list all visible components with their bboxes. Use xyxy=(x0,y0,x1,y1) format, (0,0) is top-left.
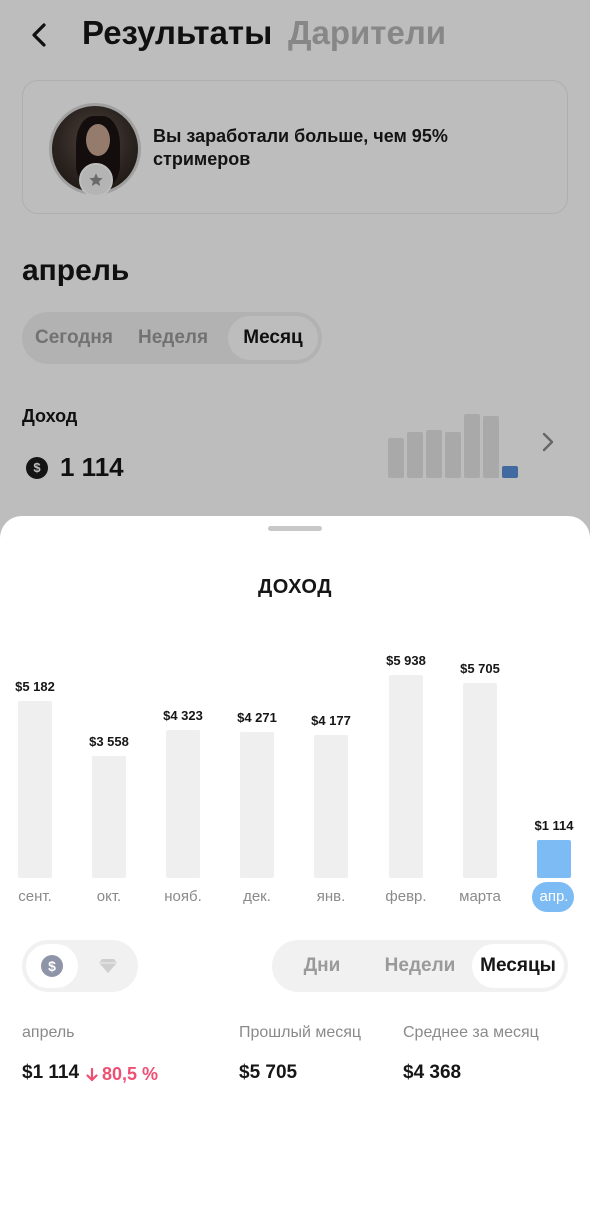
chart-category-label[interactable]: янв. xyxy=(291,888,371,905)
income-change-value: 80,5 % xyxy=(102,1064,159,1084)
dollar-toggle-button[interactable]: $ xyxy=(26,944,78,988)
avg-month-value: $4 368 xyxy=(403,1062,462,1083)
chart-period-tabs: Дни Недели Месяцы xyxy=(272,940,568,992)
chart-value-label: $5 182 xyxy=(15,679,55,694)
income-bar-chart: $5 182 сент. $3 558 окт. $4 323 нояб. $4 271 де… xyxy=(0,516,590,926)
tab-days[interactable]: Дни xyxy=(294,940,350,992)
diamond-icon xyxy=(99,959,117,973)
chart-value-label: $4 323 xyxy=(163,708,203,723)
current-month-value: $1 114 xyxy=(22,1062,80,1083)
chart-value-label: $4 271 xyxy=(237,710,277,725)
chart-value-label: $5 938 xyxy=(386,653,426,668)
chart-value-label: $3 558 xyxy=(89,734,129,749)
chart-category-label[interactable]: февр. xyxy=(366,888,446,905)
chart-category-label[interactable]: марта xyxy=(440,888,520,905)
prev-month-value: $5 705 xyxy=(239,1062,298,1083)
prev-month-label: Прошлый месяц xyxy=(239,1024,362,1041)
chart-category-label[interactable]: нояб. xyxy=(143,888,223,905)
diamond-toggle-button[interactable] xyxy=(82,944,134,988)
chart-bar[interactable] xyxy=(166,730,200,878)
chart-bar[interactable] xyxy=(463,683,497,878)
chart-bar[interactable] xyxy=(537,840,571,878)
svg-text:$: $ xyxy=(48,958,56,974)
chart-bar[interactable] xyxy=(240,732,274,878)
tab-weeks[interactable]: Недели xyxy=(378,940,462,992)
chart-bar[interactable] xyxy=(314,735,348,878)
chart-bar[interactable] xyxy=(18,701,52,878)
chart-bar[interactable] xyxy=(92,756,126,878)
income-change: 80,5 % xyxy=(86,1064,158,1085)
chart-value-label: $5 705 xyxy=(460,661,500,676)
dollar-coin-icon: $ xyxy=(41,955,63,977)
income-sheet: ДОХОД $5 182 сент. $3 558 окт. $4 323 нояб. $4… xyxy=(0,516,590,1205)
current-month-label: апрель xyxy=(22,1024,75,1041)
chart-category-label[interactable]: сент. xyxy=(0,888,75,905)
chart-value-label: $4 177 xyxy=(311,713,351,728)
tab-months[interactable]: Месяцы xyxy=(472,944,564,988)
chart-category-label[interactable]: апр. xyxy=(514,888,590,905)
currency-toggle: $ xyxy=(22,940,138,992)
chart-bar[interactable] xyxy=(389,675,423,878)
chart-category-label[interactable]: дек. xyxy=(217,888,297,905)
avg-month-label: Среднее за месяц xyxy=(403,1024,539,1041)
chart-value-label: $1 114 xyxy=(534,818,574,833)
chart-category-label[interactable]: окт. xyxy=(69,888,149,905)
arrow-down-icon xyxy=(86,1067,98,1081)
